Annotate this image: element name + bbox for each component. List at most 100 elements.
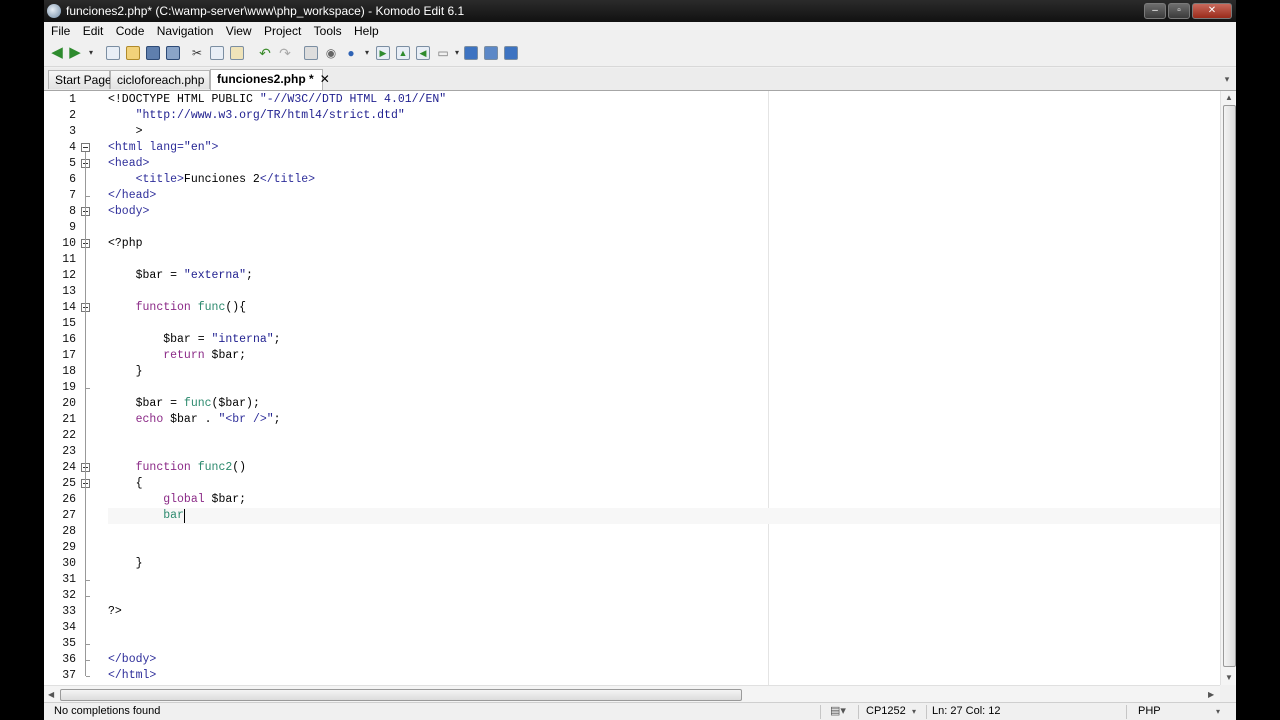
code-line[interactable]: </head> (108, 188, 1220, 204)
layout-icon[interactable]: ▭ (436, 46, 450, 60)
undo-icon[interactable]: ↶ (258, 46, 272, 60)
menu-edit[interactable]: Edit (83, 22, 104, 40)
cut-icon[interactable]: ✂ (190, 46, 204, 60)
horizontal-scrollbar[interactable]: ◀ ▶ (44, 685, 1220, 703)
code-text: </head> (108, 189, 157, 202)
code-line[interactable] (108, 252, 1220, 268)
encoding-icon[interactable]: ▤▾ (830, 703, 846, 720)
scroll-up-icon[interactable]: ▲ (1225, 93, 1233, 102)
right-pane-icon[interactable] (504, 46, 518, 60)
code-line[interactable]: <html lang="en"> (108, 140, 1220, 156)
tab-funciones2[interactable]: funciones2.php * ✕ (210, 69, 330, 90)
code-editor[interactable]: 1 2 3 4 5 6 7 8 9 10 11 12 13 14 15 16 17 18 19 20 21 22 23 24 2… (44, 91, 1236, 685)
save-all-icon[interactable] (166, 46, 180, 60)
run-icon[interactable]: ▶ (376, 46, 390, 60)
code-line[interactable] (108, 636, 1220, 652)
browser-icon[interactable]: ● (344, 46, 358, 60)
code-line[interactable]: bar (108, 508, 1220, 524)
code-line[interactable]: <?php (108, 236, 1220, 252)
code-line[interactable]: function func(){ (108, 300, 1220, 316)
code-line[interactable] (108, 428, 1220, 444)
horizontal-scroll-thumb[interactable] (60, 689, 742, 701)
menu-file[interactable]: File (51, 22, 70, 40)
code-line[interactable]: function func2() (108, 460, 1220, 476)
code-line[interactable] (108, 284, 1220, 300)
code-line[interactable]: </html> (108, 668, 1220, 684)
encoding-value[interactable]: CP1252 (866, 703, 906, 720)
code-line[interactable]: return $bar; (108, 348, 1220, 364)
code-line[interactable]: <head> (108, 156, 1220, 172)
left-pane-icon[interactable] (464, 46, 478, 60)
code-line[interactable]: } (108, 364, 1220, 380)
code-line[interactable]: echo $bar . "<br />"; (108, 412, 1220, 428)
menu-help[interactable]: Help (354, 22, 379, 40)
vertical-scroll-thumb[interactable] (1223, 105, 1236, 667)
menu-tools[interactable]: Tools (314, 22, 342, 40)
code-line[interactable]: <body> (108, 204, 1220, 220)
menu-project[interactable]: Project (264, 22, 301, 40)
scroll-right-icon[interactable]: ▶ (1208, 690, 1214, 699)
code-line[interactable]: { (108, 476, 1220, 492)
code-line[interactable] (108, 620, 1220, 636)
dropdown-icon[interactable]: ▾ (360, 46, 374, 60)
code-text: <?php (108, 237, 143, 250)
code-area[interactable]: <!DOCTYPE HTML PUBLIC "-//W3C//DTD HTML … (108, 91, 1220, 685)
code-line[interactable]: </body> (108, 652, 1220, 668)
code-line[interactable] (108, 316, 1220, 332)
copy-icon[interactable] (210, 46, 224, 60)
paste-icon[interactable] (230, 46, 244, 60)
code-line[interactable] (108, 588, 1220, 604)
forward-icon[interactable]: ▶ (68, 45, 82, 60)
preview-icon[interactable]: ◉ (324, 46, 338, 60)
code-line[interactable] (108, 444, 1220, 460)
code-line[interactable] (108, 540, 1220, 556)
encoding-dropdown-icon[interactable]: ▾ (912, 703, 916, 720)
code-line[interactable]: <title>Funciones 2</title> (108, 172, 1220, 188)
language-dropdown-icon[interactable]: ▾ (1216, 703, 1220, 720)
close-button[interactable]: ✕ (1192, 3, 1232, 19)
bottom-pane-icon[interactable] (484, 46, 498, 60)
tab-start-page[interactable]: Start Page (48, 70, 112, 89)
tab-label: cicloforeach.php (117, 73, 205, 87)
code-line[interactable]: ?> (108, 604, 1220, 620)
macro-icon[interactable]: ▲ (396, 46, 410, 60)
code-line[interactable]: $bar = "interna"; (108, 332, 1220, 348)
code-line[interactable]: } (108, 556, 1220, 572)
code-line[interactable] (108, 380, 1220, 396)
toolbox-icon[interactable]: ◀ (416, 46, 430, 60)
menu-navigation[interactable]: Navigation (157, 22, 214, 40)
code-line[interactable]: global $bar; (108, 492, 1220, 508)
back-icon[interactable]: ◀ (50, 45, 64, 60)
minimize-button[interactable]: – (1144, 3, 1166, 19)
save-icon[interactable] (146, 46, 160, 60)
code-text: "http://www.w3.org/TR/html4/strict.dtd" (135, 109, 405, 122)
code-line[interactable]: "http://www.w3.org/TR/html4/strict.dtd" (108, 108, 1220, 124)
language-value[interactable]: PHP (1138, 703, 1161, 720)
close-tab-icon[interactable]: ✕ (320, 72, 330, 86)
scroll-down-icon[interactable]: ▼ (1225, 673, 1233, 682)
fold-collapse-icon[interactable] (81, 143, 90, 152)
code-line[interactable] (108, 524, 1220, 540)
code-line[interactable]: > (108, 124, 1220, 140)
code-text: > (108, 125, 143, 138)
code-line[interactable] (108, 220, 1220, 236)
menu-code[interactable]: Code (116, 22, 145, 40)
code-line[interactable]: $bar = "externa"; (108, 268, 1220, 284)
redo-icon[interactable]: ↷ (278, 46, 292, 60)
scroll-left-icon[interactable]: ◀ (48, 690, 54, 699)
code-text: <!DOCTYPE HTML PUBLIC "-//W3C//DTD HTML … (108, 93, 447, 106)
dropdown-icon[interactable]: ▾ (84, 46, 98, 60)
code-line[interactable] (108, 572, 1220, 588)
code-line[interactable]: <!DOCTYPE HTML PUBLIC "-//W3C//DTD HTML … (108, 92, 1220, 108)
dropdown-icon[interactable]: ▾ (450, 46, 464, 60)
open-file-icon[interactable] (126, 46, 140, 60)
code-text: echo $bar . "<br />"; (135, 413, 281, 426)
new-file-icon[interactable] (106, 46, 120, 60)
tab-list-dropdown-icon[interactable]: ▾ (1220, 72, 1234, 86)
maximize-button[interactable]: ▫ (1168, 3, 1190, 19)
menu-view[interactable]: View (226, 22, 252, 40)
print-icon[interactable] (304, 46, 318, 60)
tab-cicloforeach[interactable]: cicloforeach.php (110, 70, 210, 89)
code-line[interactable]: $bar = func($bar); (108, 396, 1220, 412)
vertical-scrollbar[interactable]: ▲ ▼ (1220, 91, 1236, 685)
